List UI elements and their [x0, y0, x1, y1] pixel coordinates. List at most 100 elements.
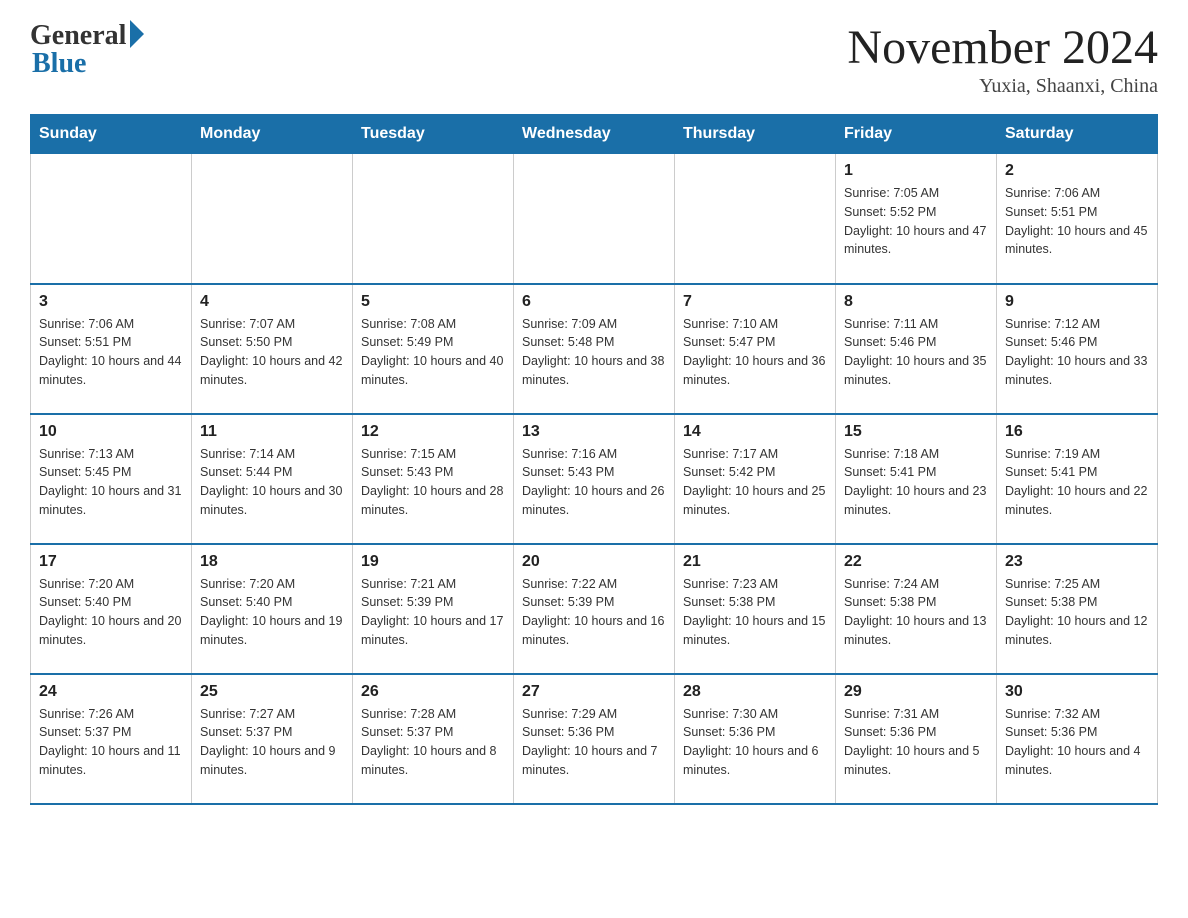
day-number: 29: [844, 683, 988, 701]
day-number: 4: [200, 293, 344, 311]
day-sun-info: Sunrise: 7:18 AMSunset: 5:41 PMDaylight:…: [844, 445, 988, 520]
calendar-cell: 5Sunrise: 7:08 AMSunset: 5:49 PMDaylight…: [353, 284, 514, 414]
calendar-cell: 16 Sunrise: 7:19 AMSunset: 5:41 PMDayligh…: [997, 414, 1158, 544]
day-sun-info: Sunrise: 7:31 AMSunset: 5:36 PMDaylight:…: [844, 705, 988, 780]
calendar-cell: 2 Sunrise: 7:06 AMSunset: 5:51 PMDaylight…: [997, 154, 1158, 284]
calendar-cell: [192, 154, 353, 284]
logo-arrow-icon: [130, 20, 144, 48]
calendar-cell: 25Sunrise: 7:27 AMSunset: 5:37 PMDayligh…: [192, 674, 353, 804]
day-sun-info: Sunrise: 7:19 AMSunset: 5:41 PMDaylight:…: [1005, 445, 1149, 520]
day-number: 2: [1005, 162, 1149, 180]
calendar-cell: 30 Sunrise: 7:32 AMSunset: 5:36 PMDayligh…: [997, 674, 1158, 804]
calendar-cell: 26 Sunrise: 7:28 AMSunset: 5:37 PMDayligh…: [353, 674, 514, 804]
calendar-cell: 22Sunrise: 7:24 AMSunset: 5:38 PMDayligh…: [836, 544, 997, 674]
day-sun-info: Sunrise: 7:17 AMSunset: 5:42 PMDaylight:…: [683, 445, 827, 520]
calendar-cell: 28Sunrise: 7:30 AMSunset: 5:36 PMDayligh…: [675, 674, 836, 804]
day-number: 12: [361, 423, 505, 441]
day-number: 16: [1005, 423, 1149, 441]
day-sun-info: Sunrise: 7:15 AMSunset: 5:43 PMDaylight:…: [361, 445, 505, 520]
day-sun-info: Sunrise: 7:11 AMSunset: 5:46 PMDaylight:…: [844, 315, 988, 390]
day-sun-info: Sunrise: 7:28 AMSunset: 5:37 PMDaylight:…: [361, 705, 505, 780]
day-sun-info: Sunrise: 7:32 AMSunset: 5:36 PMDaylight:…: [1005, 705, 1149, 780]
day-of-week-header: Wednesday: [514, 115, 675, 154]
calendar-week-row: 1 Sunrise: 7:05 AMSunset: 5:52 PMDaylight…: [31, 154, 1158, 284]
day-number: 7: [683, 293, 827, 311]
calendar-cell: 29 Sunrise: 7:31 AMSunset: 5:36 PMDayligh…: [836, 674, 997, 804]
calendar-cell: 23 Sunrise: 7:25 AMSunset: 5:38 PMDayligh…: [997, 544, 1158, 674]
day-number: 21: [683, 553, 827, 571]
calendar-cell: 12 Sunrise: 7:15 AMSunset: 5:43 PMDayligh…: [353, 414, 514, 544]
calendar-week-row: 3Sunrise: 7:06 AMSunset: 5:51 PMDaylight…: [31, 284, 1158, 414]
month-year-title: November 2024: [847, 20, 1158, 75]
day-sun-info: Sunrise: 7:12 AMSunset: 5:46 PMDaylight:…: [1005, 315, 1149, 390]
day-number: 20: [522, 553, 666, 571]
day-number: 5: [361, 293, 505, 311]
logo: General Blue: [30, 20, 144, 80]
calendar-cell: [353, 154, 514, 284]
day-number: 19: [361, 553, 505, 571]
calendar-cell: 11 Sunrise: 7:14 AMSunset: 5:44 PMDayligh…: [192, 414, 353, 544]
day-sun-info: Sunrise: 7:14 AMSunset: 5:44 PMDaylight:…: [200, 445, 344, 520]
calendar-cell: 19 Sunrise: 7:21 AMSunset: 5:39 PMDayligh…: [353, 544, 514, 674]
day-number: 30: [1005, 683, 1149, 701]
day-of-week-header: Sunday: [31, 115, 192, 154]
day-sun-info: Sunrise: 7:16 AMSunset: 5:43 PMDaylight:…: [522, 445, 666, 520]
day-of-week-header: Saturday: [997, 115, 1158, 154]
page-header: General Blue November 2024 Yuxia, Shaanx…: [30, 20, 1158, 98]
day-sun-info: Sunrise: 7:29 AMSunset: 5:36 PMDaylight:…: [522, 705, 666, 780]
calendar-cell: 10 Sunrise: 7:13 AMSunset: 5:45 PMDayligh…: [31, 414, 192, 544]
calendar-cell: 4 Sunrise: 7:07 AMSunset: 5:50 PMDaylight…: [192, 284, 353, 414]
calendar-cell: 24 Sunrise: 7:26 AMSunset: 5:37 PMDayligh…: [31, 674, 192, 804]
calendar-cell: 13 Sunrise: 7:16 AMSunset: 5:43 PMDayligh…: [514, 414, 675, 544]
day-number: 8: [844, 293, 988, 311]
logo-blue-text: Blue: [30, 48, 86, 80]
day-number: 24: [39, 683, 183, 701]
day-of-week-header: Monday: [192, 115, 353, 154]
calendar-week-row: 10 Sunrise: 7:13 AMSunset: 5:45 PMDayligh…: [31, 414, 1158, 544]
day-sun-info: Sunrise: 7:24 AMSunset: 5:38 PMDaylight:…: [844, 575, 988, 650]
calendar-cell: 17 Sunrise: 7:20 AMSunset: 5:40 PMDayligh…: [31, 544, 192, 674]
calendar-cell: 8 Sunrise: 7:11 AMSunset: 5:46 PMDaylight…: [836, 284, 997, 414]
day-sun-info: Sunrise: 7:10 AMSunset: 5:47 PMDaylight:…: [683, 315, 827, 390]
calendar-cell: 27 Sunrise: 7:29 AMSunset: 5:36 PMDayligh…: [514, 674, 675, 804]
day-number: 6: [522, 293, 666, 311]
calendar-table: SundayMondayTuesdayWednesdayThursdayFrid…: [30, 114, 1158, 805]
day-sun-info: Sunrise: 7:06 AMSunset: 5:51 PMDaylight:…: [1005, 184, 1149, 259]
day-sun-info: Sunrise: 7:20 AMSunset: 5:40 PMDaylight:…: [39, 575, 183, 650]
day-sun-info: Sunrise: 7:05 AMSunset: 5:52 PMDaylight:…: [844, 184, 988, 259]
day-sun-info: Sunrise: 7:06 AMSunset: 5:51 PMDaylight:…: [39, 315, 183, 390]
day-number: 27: [522, 683, 666, 701]
day-sun-info: Sunrise: 7:20 AMSunset: 5:40 PMDaylight:…: [200, 575, 344, 650]
day-number: 1: [844, 162, 988, 180]
day-sun-info: Sunrise: 7:09 AMSunset: 5:48 PMDaylight:…: [522, 315, 666, 390]
day-number: 9: [1005, 293, 1149, 311]
day-of-week-header: Tuesday: [353, 115, 514, 154]
day-number: 15: [844, 423, 988, 441]
day-sun-info: Sunrise: 7:22 AMSunset: 5:39 PMDaylight:…: [522, 575, 666, 650]
day-number: 10: [39, 423, 183, 441]
day-sun-info: Sunrise: 7:25 AMSunset: 5:38 PMDaylight:…: [1005, 575, 1149, 650]
calendar-cell: [514, 154, 675, 284]
day-number: 14: [683, 423, 827, 441]
calendar-cell: 7 Sunrise: 7:10 AMSunset: 5:47 PMDaylight…: [675, 284, 836, 414]
day-sun-info: Sunrise: 7:13 AMSunset: 5:45 PMDaylight:…: [39, 445, 183, 520]
day-number: 23: [1005, 553, 1149, 571]
calendar-cell: 9 Sunrise: 7:12 AMSunset: 5:46 PMDaylight…: [997, 284, 1158, 414]
day-sun-info: Sunrise: 7:07 AMSunset: 5:50 PMDaylight:…: [200, 315, 344, 390]
calendar-cell: [31, 154, 192, 284]
calendar-cell: 3Sunrise: 7:06 AMSunset: 5:51 PMDaylight…: [31, 284, 192, 414]
title-section: November 2024 Yuxia, Shaanxi, China: [847, 20, 1158, 98]
calendar-week-row: 24 Sunrise: 7:26 AMSunset: 5:37 PMDayligh…: [31, 674, 1158, 804]
day-number: 13: [522, 423, 666, 441]
calendar-cell: 21Sunrise: 7:23 AMSunset: 5:38 PMDayligh…: [675, 544, 836, 674]
day-sun-info: Sunrise: 7:26 AMSunset: 5:37 PMDaylight:…: [39, 705, 183, 780]
day-number: 17: [39, 553, 183, 571]
day-sun-info: Sunrise: 7:30 AMSunset: 5:36 PMDaylight:…: [683, 705, 827, 780]
calendar-cell: 18 Sunrise: 7:20 AMSunset: 5:40 PMDayligh…: [192, 544, 353, 674]
day-number: 18: [200, 553, 344, 571]
location-subtitle: Yuxia, Shaanxi, China: [847, 75, 1158, 98]
day-number: 26: [361, 683, 505, 701]
calendar-cell: 6 Sunrise: 7:09 AMSunset: 5:48 PMDaylight…: [514, 284, 675, 414]
day-number: 11: [200, 423, 344, 441]
day-sun-info: Sunrise: 7:21 AMSunset: 5:39 PMDaylight:…: [361, 575, 505, 650]
